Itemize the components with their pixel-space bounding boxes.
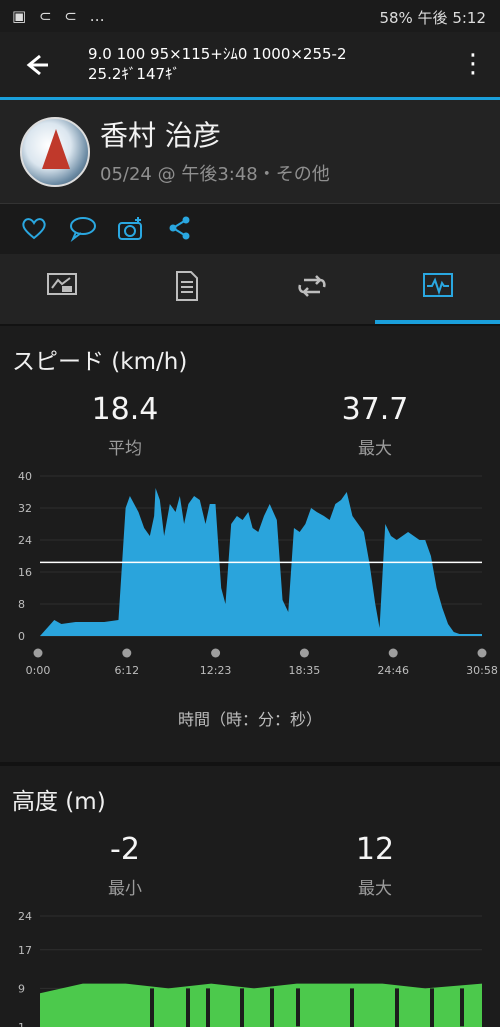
altitude-title: 高度 (m)	[12, 789, 106, 815]
x-tick-label: 24:46	[377, 664, 409, 677]
x-tick-marker	[299, 648, 309, 658]
comment-icon[interactable]	[68, 214, 98, 244]
altitude-chart: 1 9 17 24	[18, 910, 483, 1027]
speed-x-axis-label: 時間（時：分：秒）	[177, 710, 322, 729]
activity-title: 9.0 100 95×115+ｼﾑ0 1000×255-2 25.2ｷﾞ147ｷ…	[88, 44, 458, 84]
x-tick-label: 12:23	[200, 664, 232, 677]
altitude-dip	[296, 988, 300, 1027]
x-tick-label: 0:00	[26, 664, 51, 677]
altitude-dip	[240, 988, 244, 1027]
y-tick-label: 9	[18, 982, 25, 995]
y-tick-label: 40	[18, 470, 32, 483]
like-heart-icon[interactable]	[20, 214, 50, 244]
x-tick-marker	[122, 648, 132, 658]
y-tick-label: 24	[18, 910, 32, 923]
speed-avg-label: 平均	[108, 439, 142, 459]
action-bar	[0, 204, 500, 255]
user-name: 香村 治彦	[100, 119, 221, 152]
x-tick-marker	[33, 648, 43, 658]
altitude-card: 高度 (m) -2 最小 12 最大 1 9 17 24	[0, 766, 500, 1027]
speed-avg-value: 18.4	[91, 392, 159, 427]
altitude-min-label: 最小	[108, 879, 142, 899]
y-tick-label: 0	[18, 630, 25, 643]
speed-max-value: 37.7	[341, 392, 409, 427]
altitude-dip	[206, 988, 210, 1027]
active-tab-indicator	[375, 320, 500, 324]
windsurf-sail-image	[42, 129, 70, 169]
speed-title: スピード (km/h)	[12, 349, 188, 375]
x-tick-label: 30:58	[466, 664, 498, 677]
avatar[interactable]	[20, 117, 90, 187]
status-left-icons: ▣ ⊂ ⊂ …	[12, 7, 109, 25]
altitude-dip	[430, 988, 434, 1027]
y-tick-label: 16	[18, 566, 32, 579]
x-tick-marker	[477, 648, 487, 658]
tab-charts-icon[interactable]	[422, 270, 462, 306]
y-tick-label: 24	[18, 534, 32, 547]
altitude-dip	[350, 988, 354, 1027]
activity-date: 05/24 @ 午後3:48・その他	[100, 164, 330, 185]
share-icon[interactable]	[166, 214, 196, 244]
x-tick-marker	[211, 648, 221, 658]
altitude-dip	[270, 988, 274, 1027]
altitude-dip	[395, 988, 399, 1027]
tab-bar	[0, 254, 500, 324]
tab-laps-icon[interactable]	[296, 270, 336, 306]
x-tick-label: 6:12	[114, 664, 139, 677]
profile-header: 香村 治彦 05/24 @ 午後3:48・その他	[0, 100, 500, 204]
speed-chart: 0 8 16 24 32 40 0:00 6:12 12:23 18:35 24:46 30:58	[18, 470, 498, 677]
altitude-area	[40, 983, 482, 1027]
add-photo-icon[interactable]	[116, 214, 146, 244]
app-bar: 9.0 100 95×115+ｼﾑ0 1000×255-2 25.2ｷﾞ147ｷ…	[0, 32, 500, 100]
y-tick-label: 17	[18, 944, 32, 957]
y-tick-label: 32	[18, 502, 32, 515]
altitude-max-label: 最大	[358, 879, 392, 899]
speed-card: スピード (km/h) 18.4 平均 37.7 最大 0 8 16 24 32 40 0:…	[0, 326, 500, 762]
altitude-dip	[186, 988, 190, 1027]
status-bar: ▣ ⊂ ⊂ … 58% 午後 5:12	[0, 0, 500, 32]
back-arrow-icon[interactable]	[18, 48, 52, 82]
more-options-icon[interactable]: ⋮	[460, 48, 486, 82]
tab-details-icon[interactable]	[174, 270, 214, 306]
speed-max-label: 最大	[358, 439, 392, 459]
activity-title-line2: 25.2ｷﾞ147ｷﾞ	[88, 65, 181, 83]
altitude-min-value: -2	[110, 832, 140, 867]
tab-summary-icon[interactable]	[46, 270, 86, 306]
activity-title-line1: 9.0 100 95×115+ｼﾑ0 1000×255-2	[88, 45, 347, 63]
altitude-dip	[150, 988, 154, 1027]
x-tick-label: 18:35	[289, 664, 321, 677]
status-right-info: 58% 午後 5:12	[379, 9, 486, 27]
y-tick-label: 8	[18, 598, 25, 611]
altitude-dip	[460, 988, 464, 1027]
x-tick-marker	[388, 648, 398, 658]
y-tick-label: 1	[18, 1021, 25, 1027]
altitude-max-value: 12	[355, 832, 395, 867]
